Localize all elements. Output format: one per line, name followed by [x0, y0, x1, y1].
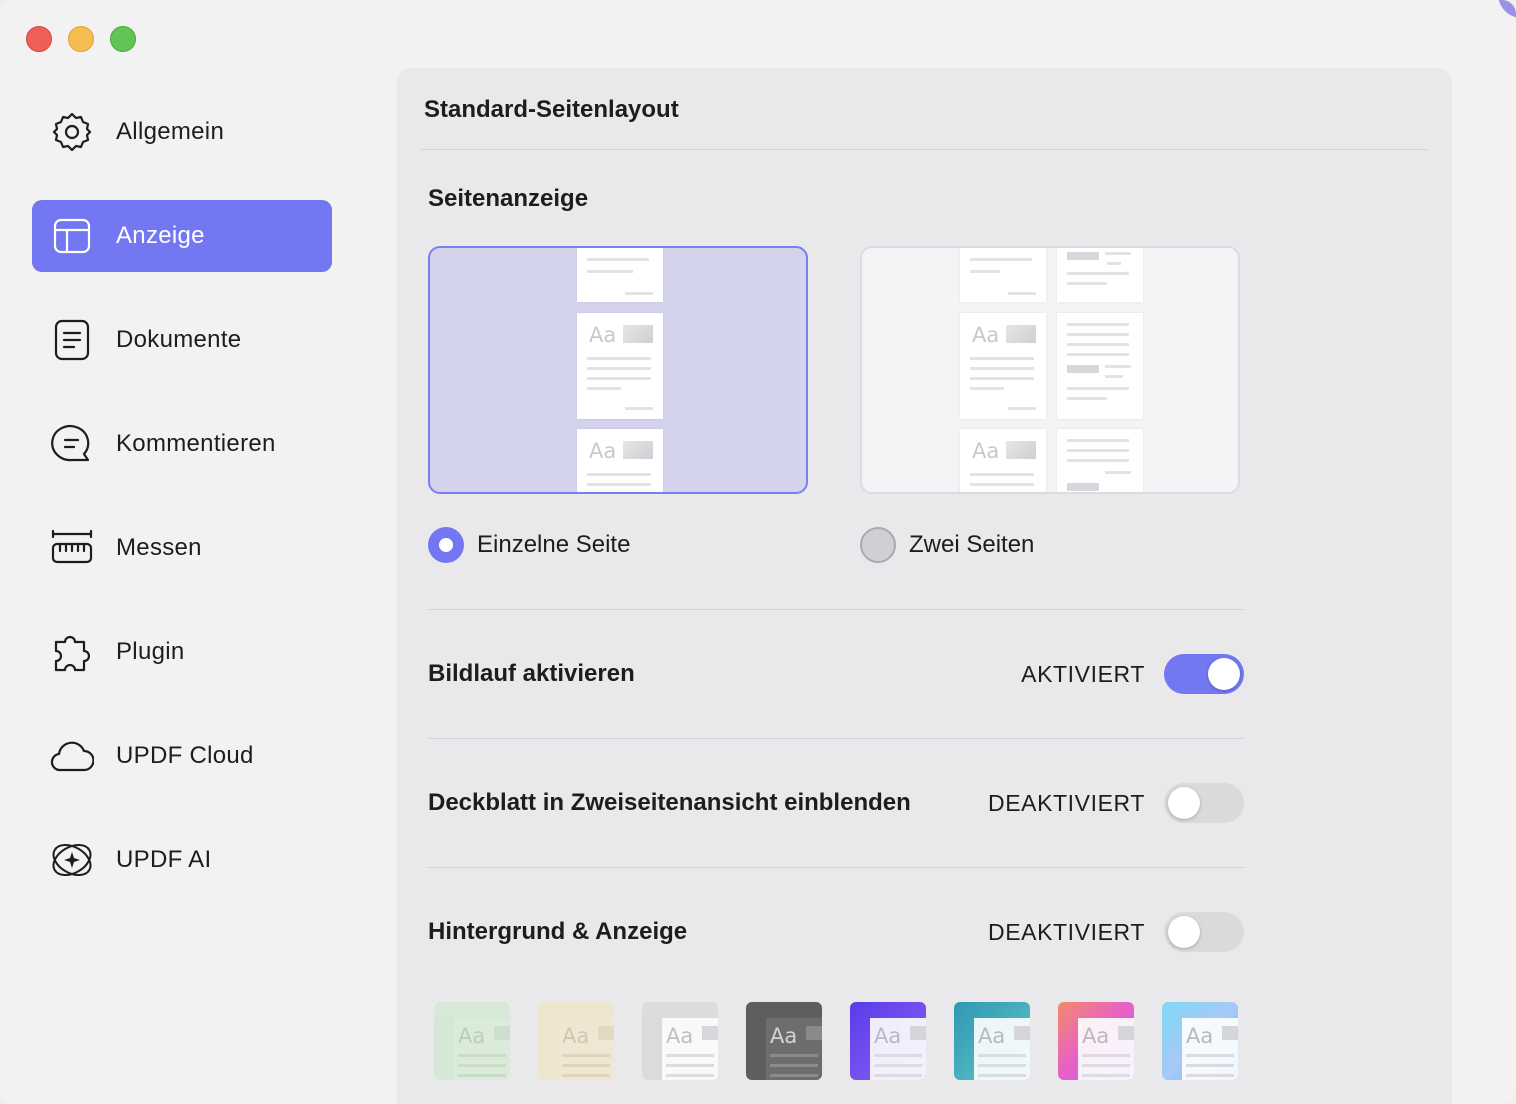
sidebar-item-label: Anzeige: [116, 222, 205, 249]
page-preview: [1057, 429, 1143, 492]
sidebar-item-label: Dokumente: [116, 326, 242, 353]
sidebar-item-label: UPDF AI: [116, 846, 212, 873]
close-window-button[interactable]: [26, 26, 52, 52]
theme-swatch-teal[interactable]: Aa: [954, 1002, 1030, 1080]
background-toggle[interactable]: [1164, 912, 1244, 952]
setting-row-background: Hintergrund & Anzeige DEAKTIVIERT: [428, 911, 1244, 953]
gear-icon: [50, 110, 94, 154]
page-sample-text: Aa: [589, 323, 617, 347]
divider: [428, 867, 1244, 868]
divider: [428, 609, 1244, 610]
title-divider: [421, 149, 1428, 150]
sidebar-item-anzeige[interactable]: Anzeige: [32, 200, 332, 272]
theme-swatch-sky-gradient[interactable]: Aa: [1162, 1002, 1238, 1080]
single-page-layout-card[interactable]: Aa Aa: [428, 246, 808, 494]
page-preview: Aa: [577, 429, 663, 492]
panel-title: Standard-Seitenlayout: [424, 96, 679, 123]
puzzle-icon: [50, 630, 94, 674]
sidebar-item-updf-cloud[interactable]: UPDF Cloud: [32, 720, 332, 792]
radio-two-pages[interactable]: Zwei Seiten: [860, 527, 1034, 563]
setting-label: Hintergrund & Anzeige: [428, 918, 688, 945]
page-sample-text: Aa: [972, 323, 1000, 347]
page-preview: Aa: [577, 313, 663, 419]
sidebar-item-dokumente[interactable]: Dokumente: [32, 304, 332, 376]
sidebar-item-label: Kommentieren: [116, 430, 276, 457]
radio-button-unselected[interactable]: [860, 527, 896, 563]
theme-swatch-beige[interactable]: Aa: [538, 1002, 614, 1080]
ruler-icon: [50, 526, 94, 570]
setting-state: DEAKTIVIERT: [988, 789, 1145, 816]
page-preview: [1057, 313, 1143, 419]
comment-icon: [50, 422, 94, 466]
radio-label: Einzelne Seite: [477, 531, 631, 558]
setting-state: DEAKTIVIERT: [988, 918, 1145, 945]
cover-page-toggle[interactable]: [1164, 783, 1244, 823]
sidebar: Allgemein Anzeige Dokumente Kommentieren…: [32, 96, 332, 928]
theme-swatches: Aa Aa Aa Aa Aa Aa Aa Aa: [434, 1002, 1238, 1080]
radio-label: Zwei Seiten: [909, 531, 1035, 558]
setting-row-cover: Deckblatt in Zweiseitenansicht einblende…: [428, 782, 1244, 824]
sidebar-item-label: Plugin: [116, 638, 185, 665]
layout-icon: [50, 214, 94, 258]
radio-single-page[interactable]: Einzelne Seite: [428, 527, 630, 563]
theme-swatch-light-gray[interactable]: Aa: [642, 1002, 718, 1080]
setting-state: AKTIVIERT: [1021, 660, 1145, 687]
theme-swatch-green[interactable]: Aa: [434, 1002, 510, 1080]
ai-sparkle-icon: [50, 838, 94, 882]
setting-row-scroll: Bildlauf aktivieren AKTIVIERT: [428, 653, 1244, 695]
section-title: Seitenanzeige: [428, 185, 589, 212]
scroll-toggle[interactable]: [1164, 654, 1244, 694]
sidebar-item-messen[interactable]: Messen: [32, 512, 332, 584]
page-sample-text: Aa: [972, 439, 1000, 463]
page-preview: Aa: [960, 429, 1046, 492]
sidebar-item-allgemein[interactable]: Allgemein: [32, 96, 332, 168]
cloud-icon: [50, 734, 94, 778]
setting-label: Bildlauf aktivieren: [428, 660, 635, 687]
page-sample-text: Aa: [589, 439, 617, 463]
theme-swatch-purple[interactable]: Aa: [850, 1002, 926, 1080]
minimize-window-button[interactable]: [68, 26, 94, 52]
page-preview: [1057, 248, 1143, 302]
sidebar-item-label: UPDF Cloud: [116, 742, 254, 769]
zoom-window-button[interactable]: [110, 26, 136, 52]
document-icon: [50, 318, 94, 362]
page-preview: [960, 248, 1046, 302]
sidebar-item-updf-ai[interactable]: UPDF AI: [32, 824, 332, 896]
sidebar-item-plugin[interactable]: Plugin: [32, 616, 332, 688]
page-preview: [577, 248, 663, 302]
corner-accent: [1498, 0, 1516, 18]
divider: [428, 738, 1244, 739]
theme-swatch-dark-gray[interactable]: Aa: [746, 1002, 822, 1080]
sidebar-item-kommentieren[interactable]: Kommentieren: [32, 408, 332, 480]
setting-label: Deckblatt in Zweiseitenansicht einblende…: [428, 789, 911, 816]
radio-button-selected[interactable]: [428, 527, 464, 563]
sidebar-item-label: Allgemein: [116, 118, 225, 145]
two-pages-layout-card[interactable]: Aa Aa: [860, 246, 1240, 494]
page-preview: Aa: [960, 313, 1046, 419]
window-controls: [26, 26, 136, 52]
settings-panel: Standard-Seitenlayout Seitenanzeige Aa A…: [397, 68, 1452, 1104]
sidebar-item-label: Messen: [116, 534, 202, 561]
theme-swatch-pink-gradient[interactable]: Aa: [1058, 1002, 1134, 1080]
settings-window: Allgemein Anzeige Dokumente Kommentieren…: [0, 0, 1516, 1104]
